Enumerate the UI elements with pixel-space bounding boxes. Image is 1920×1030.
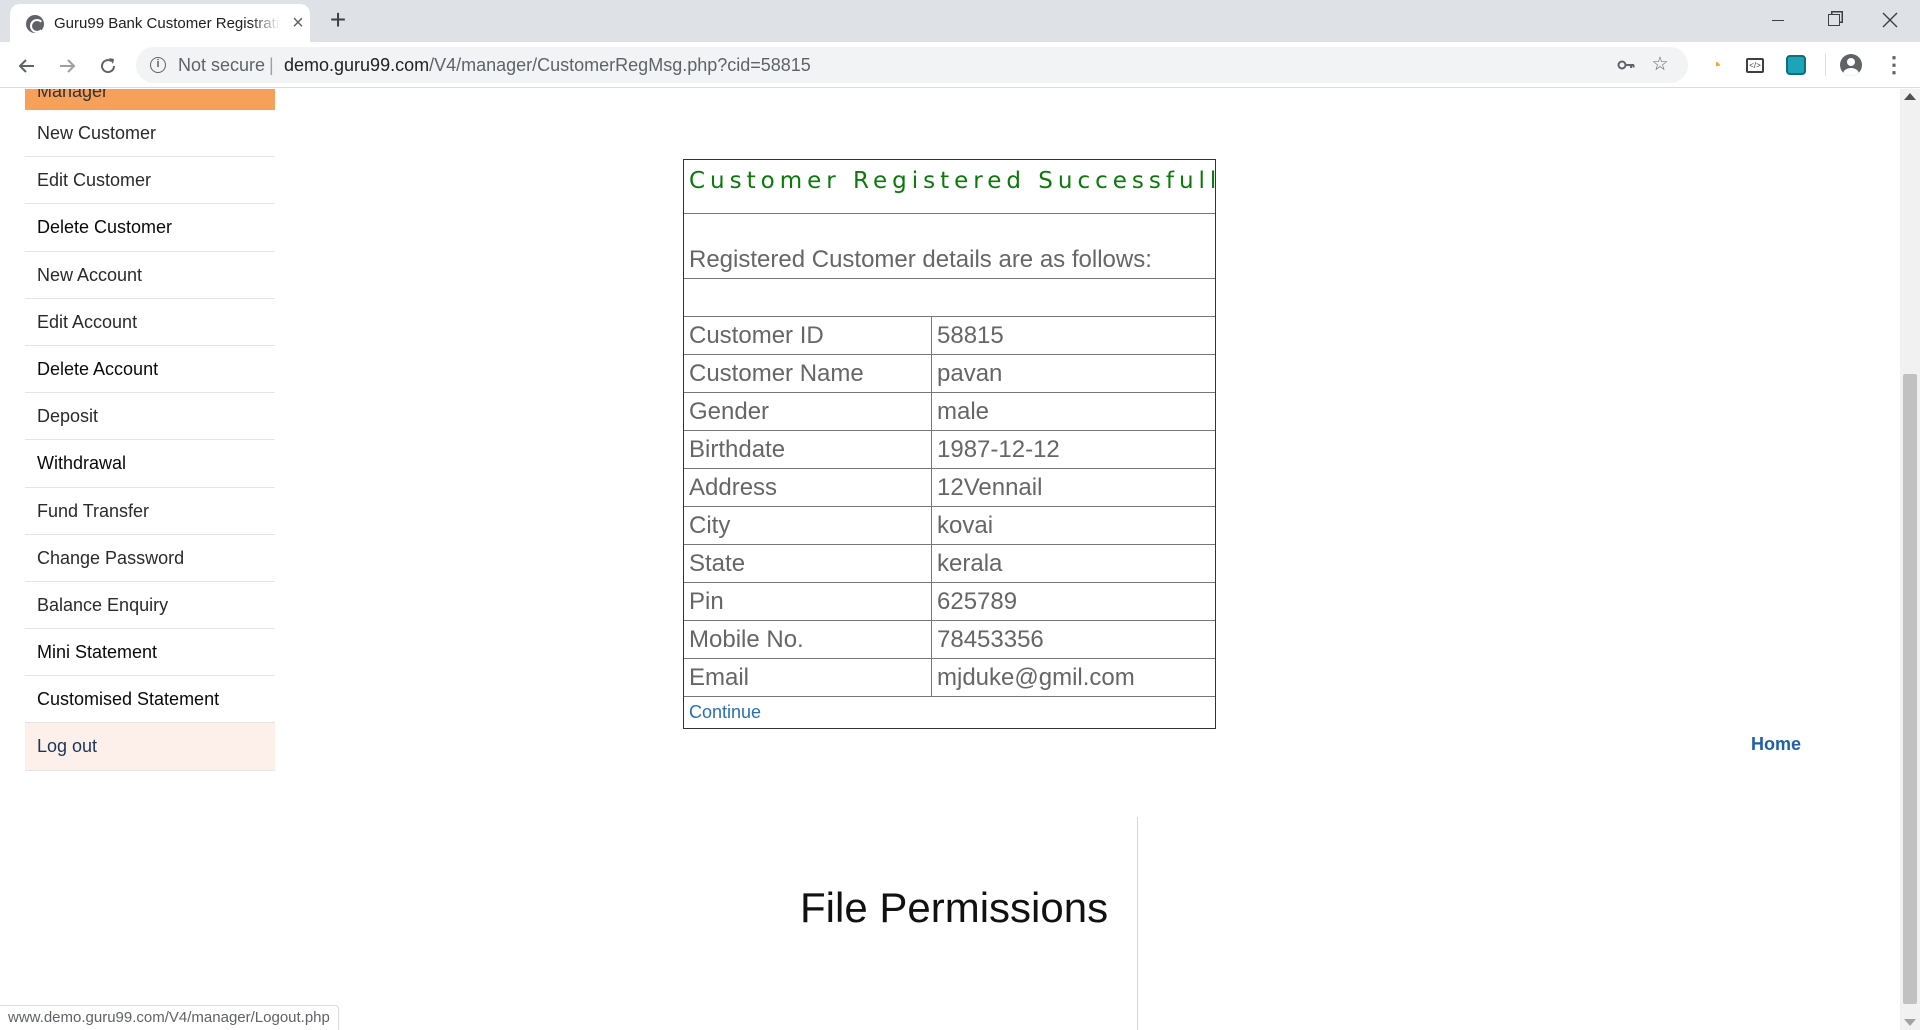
minimize-button[interactable] bbox=[1750, 0, 1806, 38]
detail-value: 58815 bbox=[937, 322, 1004, 349]
detail-label: Email bbox=[684, 659, 932, 696]
table-row: State kerala bbox=[684, 545, 1215, 583]
sidebar-item-edit-customer[interactable]: Edit Customer bbox=[25, 157, 275, 205]
details-subheading: Registered Customer details are as follo… bbox=[684, 214, 1215, 279]
sidebar-item-new-customer[interactable]: New Customer bbox=[25, 110, 275, 158]
sidebar-item-mini-statement[interactable]: Mini Statement bbox=[25, 629, 275, 677]
detail-label: Customer ID bbox=[684, 317, 932, 354]
sidebar-item-delete-customer[interactable]: Delete Customer bbox=[25, 204, 275, 252]
forward-icon bbox=[60, 59, 76, 73]
sidebar-item-withdrawal[interactable]: Withdrawal bbox=[25, 440, 275, 488]
extension-icon[interactable] bbox=[1786, 55, 1806, 75]
home-link[interactable]: Home bbox=[1751, 734, 1801, 755]
globe-icon bbox=[26, 15, 44, 33]
url-host: demo.guru99.com bbox=[284, 55, 430, 75]
detail-value: mjduke@gmil.com bbox=[937, 664, 1135, 691]
url-path: /V4/manager/CustomerRegMsg.php?cid=58815 bbox=[429, 55, 811, 75]
detail-value: 78453356 bbox=[937, 626, 1044, 653]
url-text[interactable]: demo.guru99.com/V4/manager/CustomerRegMs… bbox=[284, 55, 811, 76]
tab-title: Guru99 Bank Customer Registration Page bbox=[54, 15, 280, 32]
browser-toolbar: i Not secure | demo.guru99.com/V4/manage… bbox=[0, 42, 1920, 88]
sidebar-item-new-account[interactable]: New Account bbox=[25, 252, 275, 299]
detail-label: State bbox=[684, 545, 932, 582]
detail-label: Gender bbox=[684, 393, 932, 430]
detail-label: Address bbox=[684, 469, 932, 506]
detail-label: Pin bbox=[684, 583, 932, 620]
back-icon bbox=[18, 59, 34, 73]
restore-icon bbox=[1828, 14, 1840, 27]
browser-tabstrip: Guru99 Bank Customer Registration Page ×… bbox=[0, 0, 1920, 42]
close-icon bbox=[1882, 12, 1898, 28]
restore-button[interactable] bbox=[1806, 0, 1862, 38]
table-row: Birthdate 1987-12-12 bbox=[684, 431, 1215, 469]
detail-label: Birthdate bbox=[684, 431, 932, 468]
sidebar-item-change-password[interactable]: Change Password bbox=[25, 535, 275, 582]
detail-label: Customer Name bbox=[684, 355, 932, 392]
detail-value: pavan bbox=[937, 360, 1003, 387]
url-separator: | bbox=[269, 55, 274, 75]
table-row: City kovai bbox=[684, 507, 1215, 545]
tab-close-icon[interactable]: × bbox=[288, 13, 308, 33]
table-row: Email mjduke@gmil.com bbox=[684, 659, 1215, 697]
detail-value: 1987-12-12 bbox=[937, 436, 1060, 463]
sidebar-item-balance-enquiry[interactable]: Balance Enquiry bbox=[25, 582, 275, 630]
forward-button[interactable] bbox=[53, 51, 81, 79]
success-heading: Customer Registered Successfully!!! bbox=[684, 160, 1215, 214]
ad-title[interactable]: File Permissions bbox=[800, 884, 1108, 932]
address-bar[interactable]: i Not secure | demo.guru99.com/V4/manage… bbox=[136, 47, 1688, 83]
reload-icon bbox=[101, 58, 116, 74]
toolbar-divider bbox=[1825, 54, 1826, 76]
table-row: Pin 625789 bbox=[684, 583, 1215, 621]
page-viewport: Manager New Customer Edit Customer Delet… bbox=[0, 89, 1900, 1030]
scroll-down-icon[interactable] bbox=[1904, 1019, 1916, 1026]
table-row: Address 12Vennail bbox=[684, 469, 1215, 507]
not-secure-label[interactable]: Not secure bbox=[178, 55, 265, 76]
detail-label: Mobile No. bbox=[684, 621, 932, 658]
detail-label: City bbox=[684, 507, 932, 544]
scroll-up-icon[interactable] bbox=[1904, 93, 1916, 100]
close-window-button[interactable] bbox=[1862, 0, 1918, 38]
detail-value: kovai bbox=[937, 512, 994, 539]
profile-icon[interactable] bbox=[1840, 54, 1862, 76]
detail-value: male bbox=[937, 398, 990, 425]
page-scrollbar[interactable] bbox=[1900, 89, 1920, 1030]
sidebar-header: Manager bbox=[25, 89, 275, 110]
continue-link[interactable]: Continue bbox=[689, 702, 761, 722]
sidebar-item-fund-transfer[interactable]: Fund Transfer bbox=[25, 488, 275, 535]
key-icon[interactable] bbox=[1614, 53, 1638, 77]
sidebar-item-edit-account[interactable]: Edit Account bbox=[25, 299, 275, 346]
reload-button[interactable] bbox=[94, 51, 122, 79]
status-bar-url: www.demo.guru99.com/V4/manager/Logout.ph… bbox=[0, 1005, 339, 1030]
ad-divider bbox=[1137, 817, 1138, 1030]
scroll-thumb[interactable] bbox=[1903, 374, 1917, 1004]
star-icon[interactable]: ☆ bbox=[1648, 53, 1672, 77]
menu-icon[interactable]: ⋮ bbox=[1882, 52, 1906, 78]
new-tab-button[interactable]: + bbox=[325, 6, 351, 34]
table-footer: Continue bbox=[684, 697, 1215, 728]
back-button[interactable] bbox=[13, 51, 41, 79]
minimize-icon bbox=[1772, 19, 1784, 21]
table-spacer-row bbox=[684, 279, 1215, 317]
sidebar-item-deposit[interactable]: Deposit bbox=[25, 393, 275, 441]
detail-value: 625789 bbox=[937, 588, 1018, 615]
info-icon[interactable]: i bbox=[150, 57, 166, 73]
sidebar-menu: Manager New Customer Edit Customer Delet… bbox=[25, 89, 275, 771]
browser-tab[interactable]: Guru99 Bank Customer Registration Page × bbox=[10, 4, 310, 42]
extension-icon[interactable]: ◔ bbox=[1706, 55, 1726, 75]
detail-value: kerala bbox=[937, 550, 1003, 577]
table-row: Gender male bbox=[684, 393, 1215, 431]
sidebar-item-customised-statement[interactable]: Customised Statement bbox=[25, 676, 275, 724]
detail-value: 12Vennail bbox=[937, 474, 1043, 501]
sidebar-item-log-out[interactable]: Log out bbox=[25, 723, 275, 771]
sidebar-item-delete-account[interactable]: Delete Account bbox=[25, 346, 275, 394]
table-row: Mobile No. 78453356 bbox=[684, 621, 1215, 659]
registration-result-table: Customer Registered Successfully!!! Regi… bbox=[683, 159, 1216, 729]
table-row: Customer Name pavan bbox=[684, 355, 1215, 393]
table-row: Customer ID 58815 bbox=[684, 317, 1215, 355]
extension-icon[interactable]: </> bbox=[1746, 58, 1764, 73]
